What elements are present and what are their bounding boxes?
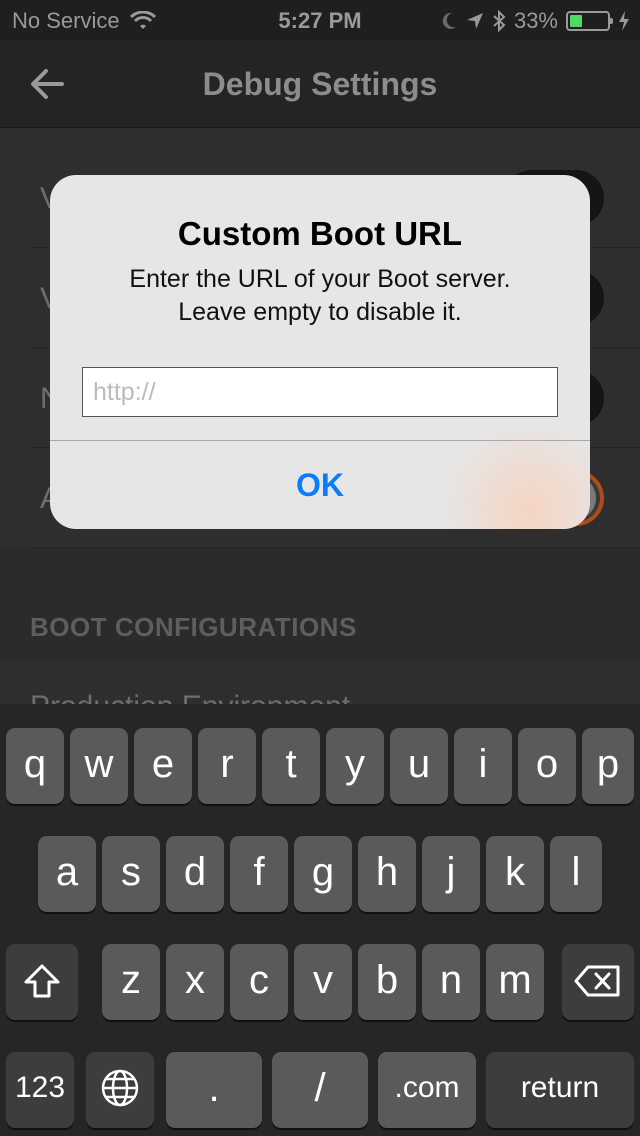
key-w[interactable]: w — [70, 728, 128, 804]
key-m[interactable]: m — [486, 944, 544, 1020]
ok-button[interactable]: OK — [50, 441, 590, 529]
key-p[interactable]: p — [582, 728, 634, 804]
key-o[interactable]: o — [518, 728, 576, 804]
keyboard: q w e r t y u i o p a s d f g h j k l z … — [0, 704, 640, 1136]
key-k[interactable]: k — [486, 836, 544, 912]
globe-icon — [101, 1069, 139, 1107]
bluetooth-icon — [493, 10, 506, 32]
key-g[interactable]: g — [294, 836, 352, 912]
dot-key[interactable]: . — [166, 1052, 262, 1128]
key-d[interactable]: d — [166, 836, 224, 912]
key-u[interactable]: u — [390, 728, 448, 804]
key-y[interactable]: y — [326, 728, 384, 804]
key-r[interactable]: r — [198, 728, 256, 804]
key-h[interactable]: h — [358, 836, 416, 912]
alert-title: Custom Boot URL — [177, 215, 463, 252]
alert-message-line: Enter the URL of your Boot server. — [129, 265, 511, 293]
key-a[interactable]: a — [38, 836, 96, 912]
status-bar: No Service 5:27 PM 33% — [0, 0, 640, 40]
delete-key[interactable] — [562, 944, 634, 1020]
key-z[interactable]: z — [102, 944, 160, 1020]
moon-icon — [442, 12, 456, 29]
section-header: BOOT CONFIGURATIONS — [30, 612, 357, 642]
backspace-icon — [574, 965, 620, 997]
battery-icon — [566, 11, 613, 31]
config-row[interactable]: Production Environment — [0, 660, 640, 710]
numbers-key[interactable]: 123 — [6, 1052, 74, 1128]
shift-key[interactable] — [6, 944, 78, 1020]
key-n[interactable]: n — [422, 944, 480, 1020]
key-f[interactable]: f — [230, 836, 288, 912]
alert-message-line: Leave empty to disable it. — [178, 298, 462, 326]
dotcom-key[interactable]: .com — [378, 1052, 476, 1128]
key-v[interactable]: v — [294, 944, 352, 1020]
alert-message: Enter the URL of your Boot server. Leave… — [50, 263, 590, 329]
return-key[interactable]: return — [486, 1052, 634, 1128]
battery-percent: 33% — [513, 8, 558, 33]
key-j[interactable]: j — [422, 836, 480, 912]
page-title: Debug Settings — [202, 66, 438, 102]
key-q[interactable]: q — [6, 728, 64, 804]
location-icon — [466, 13, 483, 29]
key-i[interactable]: i — [454, 728, 512, 804]
shift-icon — [24, 964, 60, 998]
key-e[interactable]: e — [134, 728, 192, 804]
key-t[interactable]: t — [262, 728, 320, 804]
key-s[interactable]: s — [102, 836, 160, 912]
globe-key[interactable] — [86, 1052, 154, 1128]
charging-icon — [619, 11, 629, 31]
nav-bar: Debug Settings — [0, 40, 640, 128]
alert-dialog: Custom Boot URL Enter the URL of your Bo… — [50, 175, 590, 529]
key-b[interactable]: b — [358, 944, 416, 1020]
url-input[interactable]: http:// — [82, 367, 558, 417]
key-x[interactable]: x — [166, 944, 224, 1020]
key-c[interactable]: c — [230, 944, 288, 1020]
slash-key[interactable]: / — [272, 1052, 368, 1128]
key-l[interactable]: l — [550, 836, 602, 912]
